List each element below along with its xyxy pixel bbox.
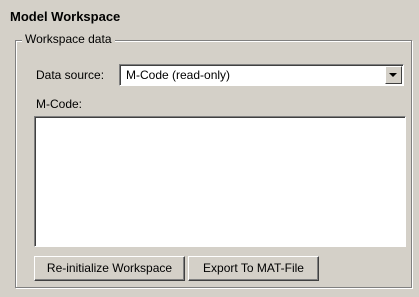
mcode-textarea[interactable] [34,116,406,247]
export-to-mat-file-button[interactable]: Export To MAT-File [188,256,319,281]
data-source-label: Data source: [36,68,105,82]
mcode-label: M-Code: [36,97,83,111]
data-source-dropdown[interactable]: M-Code (read-only) [119,64,404,86]
reinitialize-workspace-button[interactable]: Re-initialize Workspace [34,256,185,281]
dropdown-arrow-button[interactable] [385,66,402,84]
chevron-down-icon [389,73,397,77]
model-workspace-panel: Model Workspace Workspace data Data sour… [0,0,419,297]
panel-title: Model Workspace [10,9,121,24]
groupbox-legend: Workspace data [22,32,115,46]
data-source-value: M-Code (read-only) [126,68,231,82]
